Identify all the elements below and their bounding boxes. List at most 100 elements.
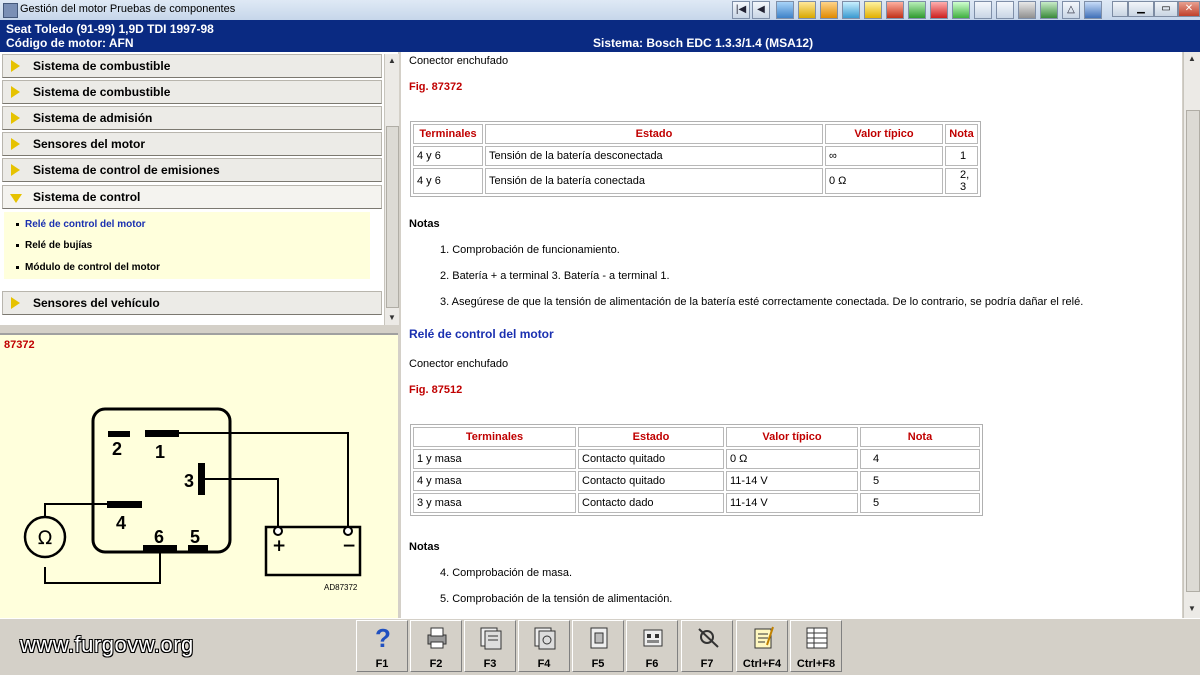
category-tree: Sistema de combustible Sistema de combus… xyxy=(0,52,398,325)
scroll-up-icon[interactable]: ▲ xyxy=(385,54,399,68)
table-row: 4 y 6 Tensión de la batería desconectada… xyxy=(413,146,978,166)
cell: 0 Ω xyxy=(825,168,943,194)
f5-component-button[interactable]: F5 xyxy=(572,620,624,672)
cell: 2, 3 xyxy=(945,168,978,194)
table-header-row: Terminales Estado Valor típico Nota xyxy=(413,427,980,447)
content-scrollbar[interactable]: ▲ ▼ xyxy=(1183,52,1200,618)
note-item: 3. Asegúrese de que la tensión de alimen… xyxy=(440,296,1084,308)
scroll-down-icon[interactable]: ▼ xyxy=(1185,602,1199,616)
tree-category-vehicle-sensors[interactable]: Sensores del vehículo xyxy=(2,291,382,315)
expand-arrow-icon xyxy=(11,86,20,98)
filter-icon[interactable] xyxy=(842,1,860,19)
car-icon[interactable] xyxy=(930,1,948,19)
f6-connector-button[interactable]: F6 xyxy=(626,620,678,672)
fkey-label: F3 xyxy=(483,658,497,670)
note-item: 4. Comprobación de masa. xyxy=(440,567,573,579)
f3-diagram-button[interactable]: F3 xyxy=(464,620,516,672)
info-icon[interactable] xyxy=(1040,1,1058,19)
fkey-label: Ctrl+F4 xyxy=(742,658,782,670)
subitem-glow-relay[interactable]: Relé de bujías xyxy=(16,240,92,251)
tree-category-fuel-2[interactable]: Sistema de combustible xyxy=(2,80,382,104)
bullet-icon xyxy=(16,243,19,247)
tree-category-label: Sistema de control de emisiones xyxy=(33,163,220,177)
tree-category-engine-sensors[interactable]: Sensores del motor xyxy=(2,132,382,156)
tree-category-intake[interactable]: Sistema de admisión xyxy=(2,106,382,130)
f1-help-button[interactable]: ? F1 xyxy=(356,620,408,672)
first-page-icon[interactable]: |◀ xyxy=(732,1,750,19)
engine-code-label: Código de motor: AFN xyxy=(6,36,134,50)
maximize-button[interactable]: ▭ xyxy=(1154,1,1178,17)
scroll-down-icon[interactable]: ▼ xyxy=(385,311,399,325)
f2-print-button[interactable]: F2 xyxy=(410,620,462,672)
print-icon xyxy=(427,627,447,649)
relay-diagram: 2 1 3 4 6 5 Ω + − AD87372 xyxy=(23,407,362,592)
tree-scrollbar[interactable]: ▲ ▼ xyxy=(384,54,399,325)
warning-icon[interactable] xyxy=(864,1,882,19)
component-icon xyxy=(590,627,608,649)
subitem-ecu[interactable]: Módulo de control del motor xyxy=(16,262,160,273)
scroll-thumb[interactable] xyxy=(386,126,399,308)
cell: 4 y 6 xyxy=(413,168,483,194)
title-bar: Gestión del motor Pruebas de componentes… xyxy=(0,0,1200,21)
connector-icon xyxy=(643,629,663,647)
figure-ref-1[interactable]: Fig. 87372 xyxy=(409,81,462,93)
subitem-engine-relay[interactable]: Relé de control del motor xyxy=(16,219,146,230)
f7-probe-button[interactable]: F7 xyxy=(681,620,733,672)
scroll-thumb[interactable] xyxy=(1186,110,1200,592)
close-button[interactable]: ✕ xyxy=(1178,1,1200,17)
view-icon[interactable] xyxy=(1084,1,1102,19)
ctrl-f4-notes-button[interactable]: Ctrl+F4 xyxy=(736,620,788,672)
tree-category-control[interactable]: Sistema de control xyxy=(2,185,382,209)
print-icon[interactable] xyxy=(974,1,992,19)
cell: 5 xyxy=(860,471,980,491)
f4-diagram-button[interactable]: F4 xyxy=(518,620,570,672)
table-row: 3 y masa Contacto dado 11-14 V 5 xyxy=(413,493,980,513)
col-nota: Nota xyxy=(945,124,978,144)
cell: 11-14 V xyxy=(726,493,858,513)
expand-arrow-icon xyxy=(11,297,20,309)
pin-1-terminal xyxy=(145,430,179,437)
figure-ref-2[interactable]: Fig. 87512 xyxy=(409,384,462,396)
cell: Tensión de la batería desconectada xyxy=(485,146,823,166)
book-icon[interactable] xyxy=(996,1,1014,19)
bullet-icon xyxy=(16,265,19,269)
cell: Contacto quitado xyxy=(578,449,724,469)
pin-3-terminal xyxy=(198,463,205,495)
vehicle-header: Seat Toledo (91-99) 1,9D TDI 1997-98 Cód… xyxy=(0,20,1200,52)
tree-category-emissions[interactable]: Sistema de control de emisiones xyxy=(2,158,382,182)
bullet-icon xyxy=(16,222,19,226)
test-table-1: Terminales Estado Valor típico Nota 4 y … xyxy=(410,121,981,197)
pin-label-5: 5 xyxy=(190,527,200,547)
settings-icon[interactable] xyxy=(1018,1,1036,19)
col-valor: Valor típico xyxy=(726,427,858,447)
diagram-icon[interactable] xyxy=(776,1,794,19)
diagram-zoom-icon xyxy=(534,627,556,650)
cell: Tensión de la batería conectada xyxy=(485,168,823,194)
engine-icon[interactable] xyxy=(820,1,838,19)
parts-icon[interactable] xyxy=(952,1,970,19)
extra-window-icon[interactable] xyxy=(1112,1,1128,17)
tree-category-fuel-1[interactable]: Sistema de combustible xyxy=(2,54,382,78)
fkey-label: F5 xyxy=(591,658,605,670)
ctrl-f8-table-button[interactable]: Ctrl+F8 xyxy=(790,620,842,672)
wire-pin6 xyxy=(44,552,161,584)
table-header-row: Terminales Estado Valor típico Nota xyxy=(413,124,978,144)
expand-arrow-icon xyxy=(11,112,20,124)
component-icon[interactable] xyxy=(886,1,904,19)
cell: Contacto dado xyxy=(578,493,724,513)
fkey-label: F6 xyxy=(645,658,659,670)
pin-label-1: 1 xyxy=(155,442,165,462)
network-icon[interactable]: △ xyxy=(1062,1,1080,19)
collapse-arrow-icon xyxy=(10,194,22,203)
prev-page-icon[interactable]: ◀ xyxy=(752,1,770,19)
window-title: Gestión del motor Pruebas de componentes xyxy=(20,3,236,15)
test-table-2: Terminales Estado Valor típico Nota 1 y … xyxy=(410,424,983,516)
col-nota: Nota xyxy=(860,427,980,447)
tools-icon[interactable] xyxy=(798,1,816,19)
minimize-button[interactable]: ▁ xyxy=(1128,1,1154,17)
gauge-icon[interactable] xyxy=(908,1,926,19)
system-label: Sistema: Bosch EDC 1.3.3/1.4 (MSA12) xyxy=(593,36,814,50)
watermark-url: www.furgovw.org xyxy=(20,632,194,657)
scroll-up-icon[interactable]: ▲ xyxy=(1185,52,1199,66)
wire-pin3 xyxy=(205,478,279,527)
